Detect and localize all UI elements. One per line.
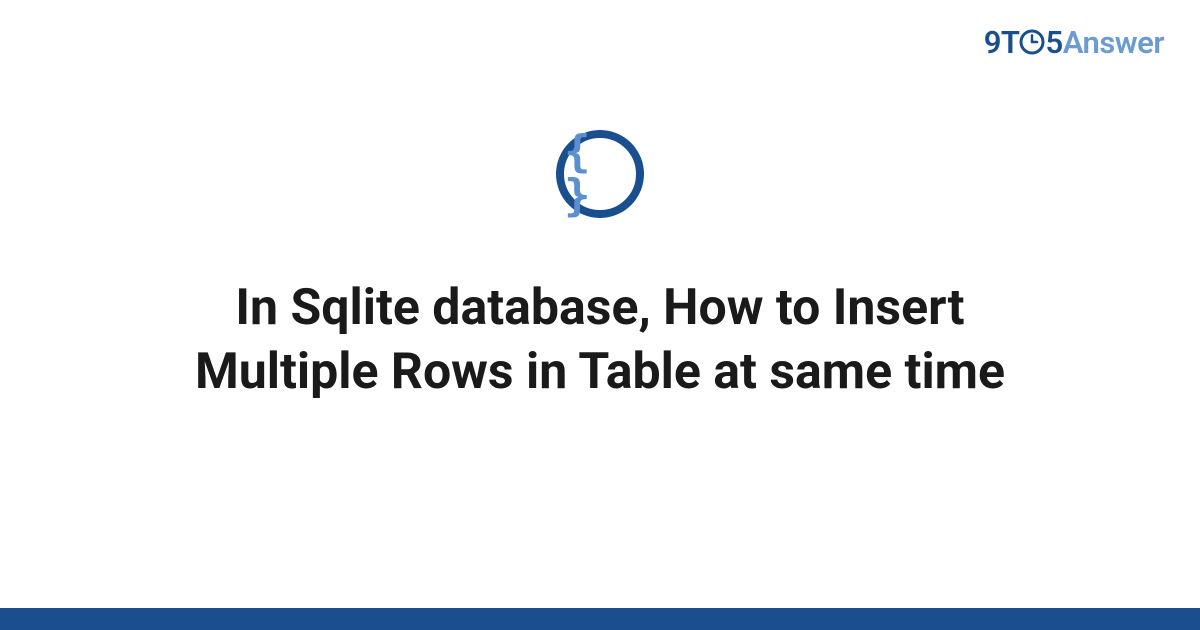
logo-text-prefix: 9T [984, 24, 1020, 61]
main-content: { } In Sqlite database, How to Insert Mu… [0, 130, 1200, 404]
page-title: In Sqlite database, How to Insert Multip… [110, 276, 1090, 404]
code-braces-icon: { } [564, 130, 636, 218]
logo-clock-icon [1019, 29, 1045, 55]
logo-text-suffix: Answer [1063, 24, 1164, 61]
site-logo: 9T 5Answer [984, 24, 1164, 61]
footer-bar [0, 608, 1200, 630]
logo-text-mid: 5 [1045, 24, 1062, 61]
category-badge: { } [556, 130, 644, 218]
